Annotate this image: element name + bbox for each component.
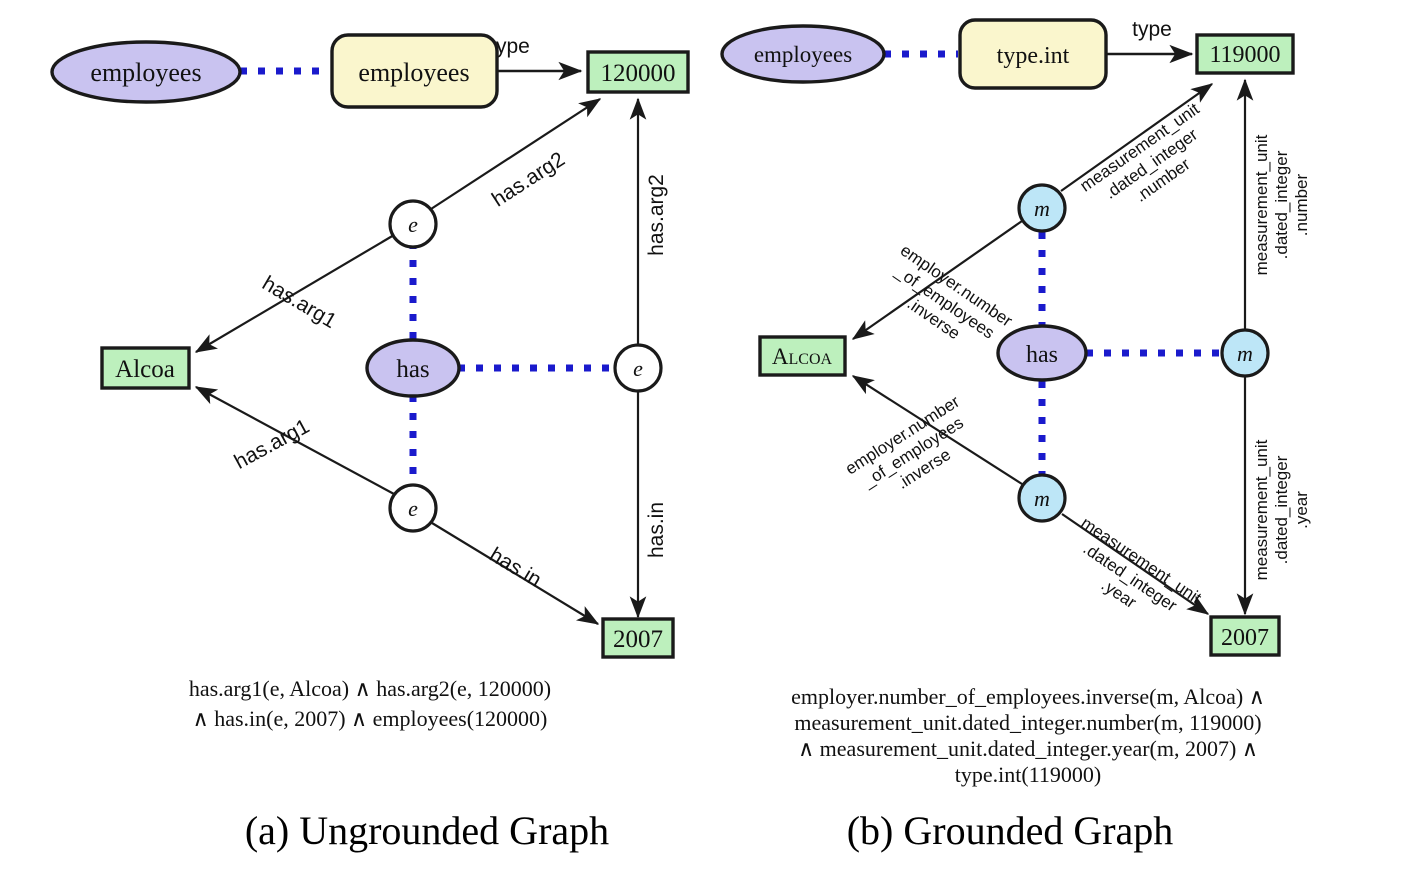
node-label-entity-a: Alcoa (115, 356, 175, 383)
node-label-relation-a: has (396, 356, 429, 383)
edge-label-bottom-employer: employer.number _of_employees .inverse (842, 392, 967, 493)
node-label-value-a: 120000 (601, 60, 676, 87)
formula-line-b-2: measurement_unit.dated_integer.number(m,… (794, 710, 1261, 735)
node-label-relation-b: has (1026, 342, 1058, 368)
edge-label-top-has-arg2: has.arg2 (488, 148, 569, 212)
node-label-entity-b: Alcoa (772, 344, 833, 369)
formula-ungrounded: has.arg1(e, Alcoa) ∧ has.arg2(e, 120000)… (189, 676, 551, 731)
node-label-event-mid-a: e (633, 356, 643, 381)
edge-label-type-b: type (1132, 18, 1172, 41)
edge-label-vertical-year-l1: measurement_unit (1252, 439, 1271, 580)
node-year-box-b[interactable]: 2007 (1209, 615, 1281, 657)
node-label-predicate-a: employees (358, 58, 469, 87)
edge-label-vertical-number-l1: measurement_unit (1252, 134, 1271, 275)
node-entity-box-b[interactable]: Alcoa (758, 335, 847, 377)
node-label-year-b: 2007 (1221, 625, 1269, 651)
node-label-year-a: 2007 (613, 626, 663, 653)
figure-root: type has.arg2 has.arg1 has.arg2 has.in h… (0, 0, 1408, 896)
node-predicate-box-a[interactable]: employees (330, 33, 499, 109)
formula-grounded: employer.number_of_employees.inverse(m, … (791, 684, 1265, 787)
node-event-top-a[interactable]: e (388, 199, 438, 249)
panel-grounded: type measurement_unit .dated_integer .nu… (720, 18, 1311, 853)
node-label-utterance-a: employees (90, 58, 201, 87)
node-label-event-mid-b: m (1237, 341, 1253, 366)
edge-label-vertical-number-l2: .dated_integer (1272, 150, 1291, 259)
node-value-box-a[interactable]: 120000 (586, 50, 690, 94)
formula-line-b-4: type.int(119000) (955, 762, 1101, 787)
node-label-event-top-a: e (408, 212, 418, 237)
node-entity-box-a[interactable]: Alcoa (100, 346, 191, 390)
node-year-box-a[interactable]: 2007 (601, 617, 675, 659)
node-label-event-top-b: m (1034, 196, 1050, 221)
formula-line-b-1: employer.number_of_employees.inverse(m, … (791, 684, 1265, 709)
caption-grounded: (b) Grounded Graph (847, 808, 1174, 853)
node-event-mid-a[interactable]: e (613, 343, 663, 393)
node-event-bottom-a[interactable]: e (388, 483, 438, 533)
edge-label-vertical-number: measurement_unit .dated_integer .number (1252, 134, 1311, 275)
formula-line-b-3: ∧ measurement_unit.dated_integer.year(m,… (798, 736, 1258, 761)
edge-label-bottom-has-in: has.in (485, 543, 545, 592)
formula-line-a-2: ∧ has.in(e, 2007) ∧ employees(120000) (193, 706, 548, 731)
panel-ungrounded: type has.arg2 has.arg1 has.arg2 has.in h… (50, 33, 690, 853)
edge-label-vertical-has-in: has.in (645, 502, 668, 558)
node-event-bottom-b[interactable]: m (1017, 473, 1067, 523)
node-utterance-ellipse-a[interactable]: employees (50, 40, 242, 104)
edge-label-bottom-year: measurement_unit .dated_integer .year (1077, 513, 1205, 615)
edge-label-vertical-has-arg2: has.arg2 (645, 174, 668, 256)
edge-label-top-has-arg1: has.arg1 (258, 272, 340, 333)
edge-label-vertical-year: measurement_unit .dated_integer .year (1252, 439, 1311, 580)
node-label-event-bottom-a: e (408, 496, 418, 521)
formula-line-a-1: has.arg1(e, Alcoa) ∧ has.arg2(e, 120000) (189, 676, 551, 701)
node-label-utterance-b: employees (754, 42, 852, 67)
edge-label-vertical-number-l3: .number (1292, 173, 1311, 236)
node-value-box-b[interactable]: 119000 (1195, 33, 1295, 75)
edge-labels-ungrounded: type has.arg2 has.arg1 has.arg2 has.in h… (230, 35, 668, 592)
node-label-predicate-b: type.int (997, 43, 1070, 69)
node-label-event-bottom-b: m (1034, 486, 1050, 511)
node-label-value-b: 119000 (1209, 42, 1280, 68)
edge-label-vertical-year-l2: .dated_integer (1272, 455, 1291, 564)
node-event-mid-b[interactable]: m (1220, 328, 1270, 378)
node-relation-ellipse-b[interactable]: has (996, 324, 1088, 382)
caption-ungrounded: (a) Ungrounded Graph (245, 808, 609, 853)
edge-label-vertical-year-l3: .year (1292, 491, 1311, 529)
edge-label-top-employer: employer.number _of_employees .inverse (891, 241, 1016, 344)
diagram-svg: type has.arg2 has.arg1 has.arg2 has.in h… (50, 18, 1311, 853)
node-relation-ellipse-a[interactable]: has (365, 338, 461, 398)
edge-label-top-number: measurement_unit .dated_integer .number (1077, 99, 1203, 206)
node-event-top-b[interactable]: m (1017, 183, 1067, 233)
node-utterance-ellipse-b[interactable]: employees (720, 24, 886, 84)
node-predicate-box-b[interactable]: type.int (958, 18, 1108, 90)
